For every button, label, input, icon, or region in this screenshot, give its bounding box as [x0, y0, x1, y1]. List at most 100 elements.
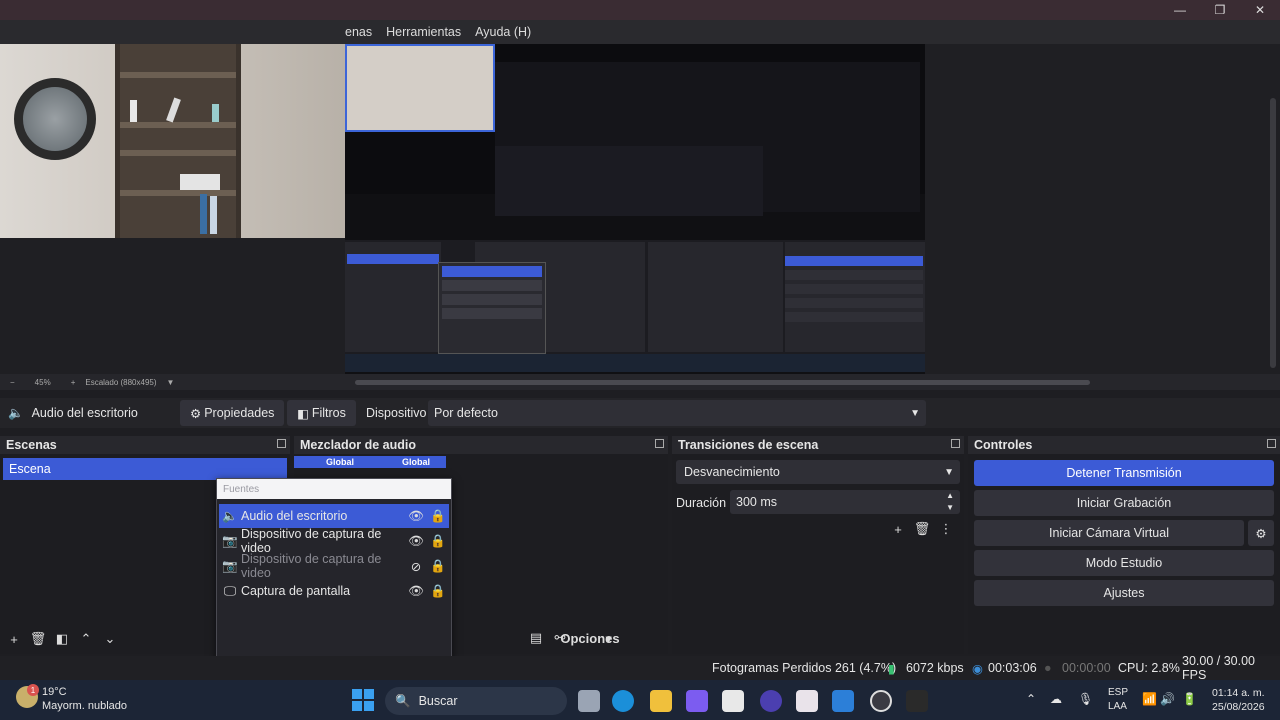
fps: 30.00 / 30.00 FPS — [1182, 654, 1255, 682]
title-bar: — ❐ ✕ — [0, 0, 1280, 20]
epic-games-icon[interactable] — [906, 690, 928, 712]
eye-icon[interactable]: 👁 — [405, 509, 427, 524]
lang-line1[interactable]: ESP — [1108, 687, 1128, 698]
menu-item-scenes[interactable]: enas — [345, 25, 372, 39]
more-options-icon[interactable]: ⋮ — [934, 520, 958, 538]
onedrive-icon[interactable]: ☁ — [1050, 692, 1062, 706]
spinner-arrows-icon[interactable]: ▲ ▼ — [946, 490, 954, 514]
lock-icon[interactable]: 🔒 — [427, 584, 449, 599]
virtual-camera-settings-button[interactable]: ⚙ — [1248, 520, 1274, 546]
add-icon[interactable]: + — [886, 520, 910, 538]
copilot-icon[interactable] — [686, 690, 708, 712]
device-select[interactable]: Por defecto ▼ — [428, 400, 926, 426]
menu-item-tools[interactable]: Herramientas — [386, 25, 461, 39]
arrow-down-icon[interactable]: ⌄ — [98, 630, 122, 648]
transitions-dock: Transiciones de escena Desvanecimiento ▼… — [672, 436, 964, 654]
stop-stream-button[interactable]: Detener Transmisión — [974, 460, 1274, 486]
source-item[interactable]: 🔈 Audio del escritorio 👁 🔒 — [219, 504, 449, 528]
clock-date[interactable]: 25/08/2026 — [1212, 701, 1265, 713]
taskbar-search[interactable]: 🔍 Buscar — [385, 687, 567, 715]
options-button[interactable]: Opciones ▾ — [560, 629, 619, 647]
preview-horizontal-scrollbar[interactable] — [355, 380, 1090, 385]
filter-icon[interactable]: ◧ — [50, 630, 74, 648]
zoom-level: 45% — [34, 377, 51, 387]
start-recording-button[interactable]: Iniciar Grabación — [974, 490, 1274, 516]
lock-icon[interactable]: 🔒 — [427, 559, 449, 574]
task-view-icon[interactable] — [578, 690, 600, 712]
signal-icon: ▮ — [888, 661, 895, 676]
source-item[interactable]: 📷 Dispositivo de captura de video ⊘ 🔒 — [219, 552, 449, 580]
battery-icon[interactable]: 🔋 — [1182, 692, 1197, 706]
gear-icon: ⚙ — [190, 406, 202, 421]
file-explorer-icon[interactable] — [650, 690, 672, 712]
studio-mode-button[interactable]: Modo Estudio — [974, 550, 1274, 576]
zoom-in-button[interactable]: + — [71, 378, 76, 387]
zoom-out-button[interactable]: − — [10, 378, 15, 387]
menu-item-help[interactable]: Ayuda (H) — [475, 25, 531, 39]
eye-icon[interactable]: 👁 — [405, 534, 427, 549]
trash-icon[interactable]: 🗑 — [26, 630, 50, 648]
window-controls: — ❐ ✕ — [1160, 0, 1280, 20]
scenes-title: Escenas — [0, 436, 290, 454]
obs-icon[interactable] — [870, 690, 892, 712]
close-icon[interactable]: ✕ — [1240, 0, 1280, 20]
nested-preview-screen — [345, 44, 925, 374]
preview-vertical-scrollbar[interactable] — [1270, 98, 1276, 368]
scale-mode[interactable]: Escalado (880x495) — [85, 378, 156, 387]
clock-time[interactable]: 01:14 a. m. — [1212, 687, 1265, 699]
app-icon[interactable] — [760, 690, 782, 712]
mixer-toolbar: ▤ ⚯ Opciones ▾ — [524, 629, 620, 647]
round-mirror-image — [14, 78, 96, 160]
transition-select[interactable]: Desvanecimiento ▼ — [676, 460, 960, 484]
cpu-usage: CPU: 2.8% — [1118, 661, 1180, 675]
scene-item[interactable]: Escena — [3, 458, 287, 480]
chevron-up-icon[interactable]: ⌃ — [1026, 692, 1036, 706]
speaker-icon: 🔈 — [222, 508, 238, 523]
trash-icon[interactable]: 🗑 — [910, 520, 934, 538]
undock-icon[interactable] — [655, 439, 664, 448]
stream-status-icon: ◉ — [972, 661, 983, 676]
lock-icon[interactable]: 🔒 — [427, 509, 449, 524]
duration-input[interactable]: 300 ms ▲ ▼ — [730, 490, 960, 514]
store-icon[interactable] — [722, 690, 744, 712]
gear-icon: ⚙ — [1255, 526, 1267, 541]
undock-icon[interactable] — [951, 439, 960, 448]
add-icon[interactable]: + — [2, 630, 26, 648]
source-item[interactable]: 🖵 Captura de pantalla 👁 🔒 — [219, 579, 449, 603]
undock-icon[interactable] — [1267, 439, 1276, 448]
controls-title: Controles — [968, 436, 1280, 454]
minimize-icon[interactable]: — — [1160, 0, 1200, 20]
properties-button[interactable]: ⚙ Propiedades — [180, 400, 285, 426]
undock-icon[interactable] — [277, 439, 286, 448]
settings-button[interactable]: Ajustes — [974, 580, 1274, 606]
search-icon: 🔍 — [395, 693, 411, 708]
maximize-icon[interactable]: ❐ — [1200, 0, 1240, 20]
edge-icon[interactable] — [612, 690, 634, 712]
lock-icon[interactable]: 🔒 — [427, 534, 449, 549]
photos-icon[interactable] — [796, 690, 818, 712]
volume-icon[interactable]: 🔊 — [1160, 692, 1175, 706]
lang-line2[interactable]: LAA — [1108, 701, 1127, 712]
layout-icon[interactable]: ▤ — [524, 629, 548, 647]
mixer-column-1: Global — [294, 456, 386, 468]
mail-icon[interactable] — [832, 690, 854, 712]
windows-start-icon[interactable] — [352, 689, 374, 711]
status-bar: Fotogramas Perdidos 261 (4.7%) ▮ 6072 kb… — [0, 654, 1280, 682]
start-virtual-camera-button[interactable]: Iniciar Cámara Virtual — [974, 520, 1244, 546]
arrow-up-icon[interactable]: ⌃ — [74, 630, 98, 648]
wifi-icon[interactable]: 📶 — [1142, 692, 1157, 706]
source-name: 🔈 Audio del escritorio — [8, 405, 138, 421]
source-item[interactable]: 📷 Dispositivo de captura de video 👁 🔒 — [219, 527, 449, 555]
eye-icon[interactable]: 👁 — [405, 584, 427, 599]
microphone-icon[interactable]: 🎙 — [1078, 692, 1093, 706]
record-status-icon: ● — [1044, 661, 1052, 675]
duration-label: Duración — [676, 496, 727, 510]
filters-button[interactable]: ◧ Filtros — [287, 400, 356, 426]
camera-icon: 📷 — [222, 558, 238, 573]
eye-hidden-icon[interactable]: ⊘ — [405, 559, 427, 574]
transitions-title: Transiciones de escena — [672, 436, 964, 454]
camera-icon: 📷 — [222, 533, 238, 548]
webcam-feed — [0, 44, 345, 238]
bitrate: 6072 kbps — [906, 661, 964, 675]
chevron-down-icon[interactable]: ▼ — [167, 378, 175, 387]
